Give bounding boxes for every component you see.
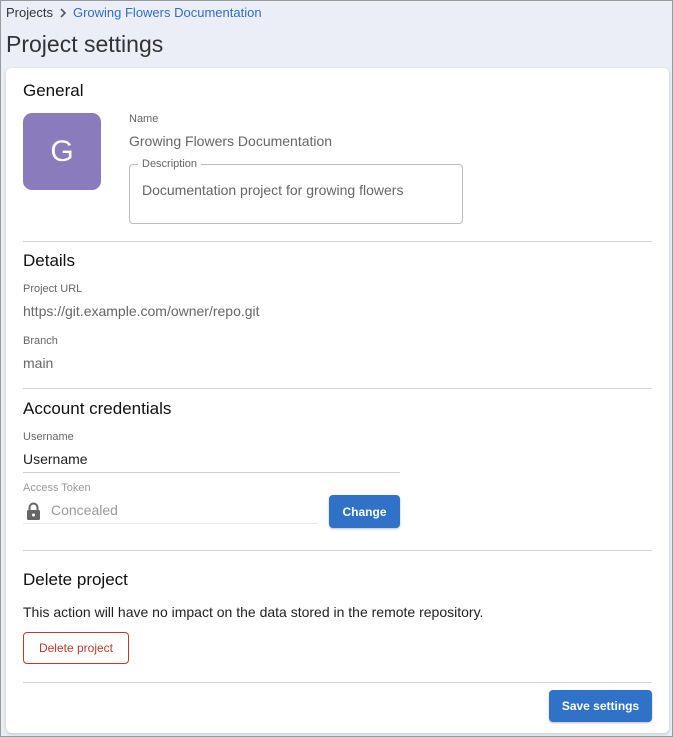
description-value[interactable]: Documentation project for growing flower…	[142, 182, 403, 198]
divider	[23, 550, 652, 551]
username-input[interactable]: Username	[23, 448, 400, 473]
project-avatar[interactable]: G	[23, 113, 101, 190]
breadcrumb-projects-link[interactable]: Projects	[6, 5, 53, 20]
project-url-value: https://git.example.com/owner/repo.git	[23, 303, 260, 319]
branch-label: Branch	[23, 335, 58, 347]
username-label: Username	[23, 431, 74, 443]
branch-value: main	[23, 355, 54, 371]
divider	[23, 388, 652, 389]
username-value[interactable]: Username	[23, 451, 88, 467]
delete-description: This action will have no impact on the d…	[23, 604, 484, 620]
project-url-label: Project URL	[23, 283, 83, 295]
credentials-section-title: Account credentials	[23, 399, 172, 418]
general-section-title: General	[23, 81, 84, 100]
lock-icon	[26, 502, 41, 520]
name-label: Name	[129, 113, 159, 125]
description-label: Description	[138, 158, 202, 170]
breadcrumb: Projects Growing Flowers Documentation	[6, 5, 262, 20]
divider	[23, 241, 652, 242]
breadcrumb-current-project[interactable]: Growing Flowers Documentation	[73, 5, 262, 20]
page-title: Project settings	[6, 31, 164, 57]
chevron-right-icon	[59, 7, 67, 18]
delete-project-button[interactable]: Delete project	[23, 632, 129, 664]
project-name-value: Growing Flowers Documentation	[129, 133, 333, 149]
save-settings-button[interactable]: Save settings	[549, 690, 652, 722]
change-token-button[interactable]: Change	[329, 495, 400, 528]
delete-section-title: Delete project	[23, 570, 128, 589]
settings-card: General G Name Growing Flowers Documenta…	[6, 68, 669, 733]
access-token-label: Access Token	[23, 482, 91, 494]
details-section-title: Details	[23, 251, 75, 270]
description-field[interactable]: Description Documentation project for gr…	[129, 158, 463, 224]
access-token-value: Concealed	[51, 502, 118, 518]
divider	[23, 682, 652, 683]
access-token-input: Concealed	[23, 499, 318, 524]
